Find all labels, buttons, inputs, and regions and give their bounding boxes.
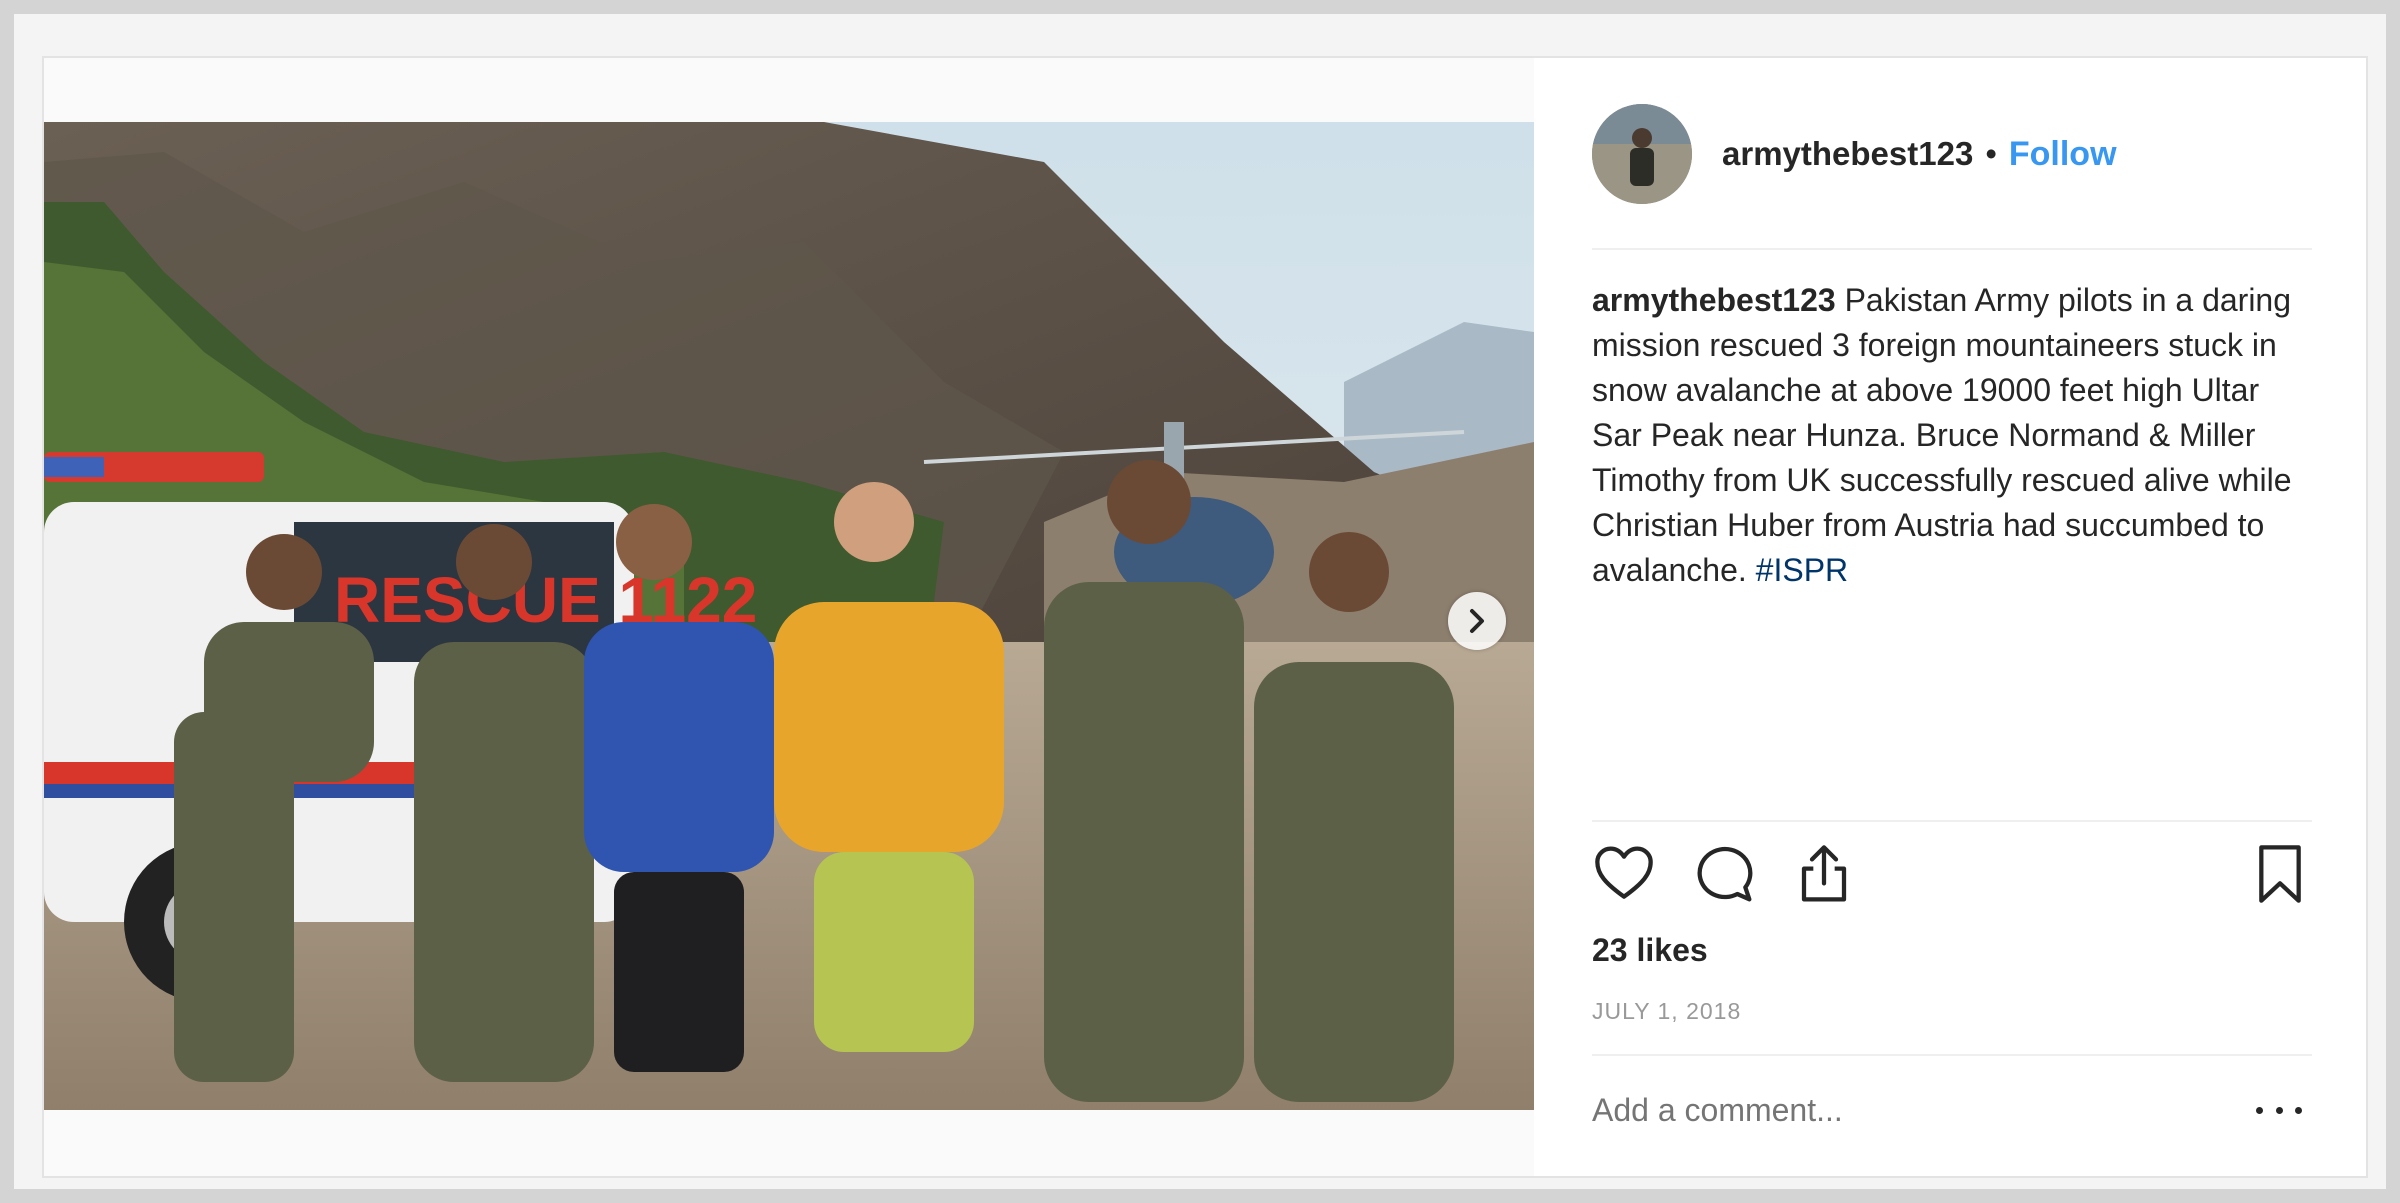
like-button[interactable] xyxy=(1592,842,1656,906)
share-button[interactable] xyxy=(1792,842,1856,906)
photo-image: RESCUE 1122 xyxy=(44,122,1534,1110)
avatar-image xyxy=(1592,104,1692,204)
more-options-button[interactable] xyxy=(2256,1102,2302,1118)
divider xyxy=(1592,1054,2312,1056)
post-photo[interactable]: RESCUE 1122 xyxy=(44,122,1534,1110)
chevron-right-icon xyxy=(1470,609,1484,633)
username-link[interactable]: armythebest123 xyxy=(1722,135,1973,173)
speech-bubble-icon xyxy=(1697,846,1753,902)
ellipsis-icon xyxy=(2295,1106,2302,1114)
hashtag-link[interactable]: #ISPR xyxy=(1756,552,1848,588)
screenshot-frame: RESCUE 1122 armythebest123 • Follow army… xyxy=(14,14,2386,1189)
ellipsis-icon xyxy=(2256,1106,2263,1114)
next-slide-button[interactable] xyxy=(1448,592,1506,650)
caption-username[interactable]: armythebest123 xyxy=(1592,282,1836,318)
follow-button[interactable]: Follow xyxy=(2009,135,2117,174)
likes-count[interactable]: 23 likes xyxy=(1592,932,1708,969)
photo-column: RESCUE 1122 xyxy=(44,58,1534,1176)
comment-input[interactable] xyxy=(1592,1092,2232,1129)
action-bar xyxy=(1592,842,2312,912)
comment-button[interactable] xyxy=(1692,842,1756,906)
ellipsis-icon xyxy=(2275,1106,2283,1114)
avatar[interactable] xyxy=(1592,104,1692,204)
post-sidebar: armythebest123 • Follow armythebest123 P… xyxy=(1534,58,2366,1176)
caption-text: Pakistan Army pilots in a daring mission… xyxy=(1592,282,2292,588)
heart-icon xyxy=(1595,846,1653,899)
divider xyxy=(1592,248,2312,250)
post-date[interactable]: JULY 1, 2018 xyxy=(1592,998,1741,1025)
divider xyxy=(1592,820,2312,822)
post-card: RESCUE 1122 armythebest123 • Follow army… xyxy=(42,56,2368,1178)
post-caption: armythebest123 Pakistan Army pilots in a… xyxy=(1592,278,2312,593)
bookmark-icon xyxy=(2259,845,2301,903)
save-button[interactable] xyxy=(2248,842,2312,906)
post-header: armythebest123 • Follow xyxy=(1592,102,2312,206)
share-icon xyxy=(1801,845,1847,902)
header-separator: • xyxy=(1985,135,1997,172)
